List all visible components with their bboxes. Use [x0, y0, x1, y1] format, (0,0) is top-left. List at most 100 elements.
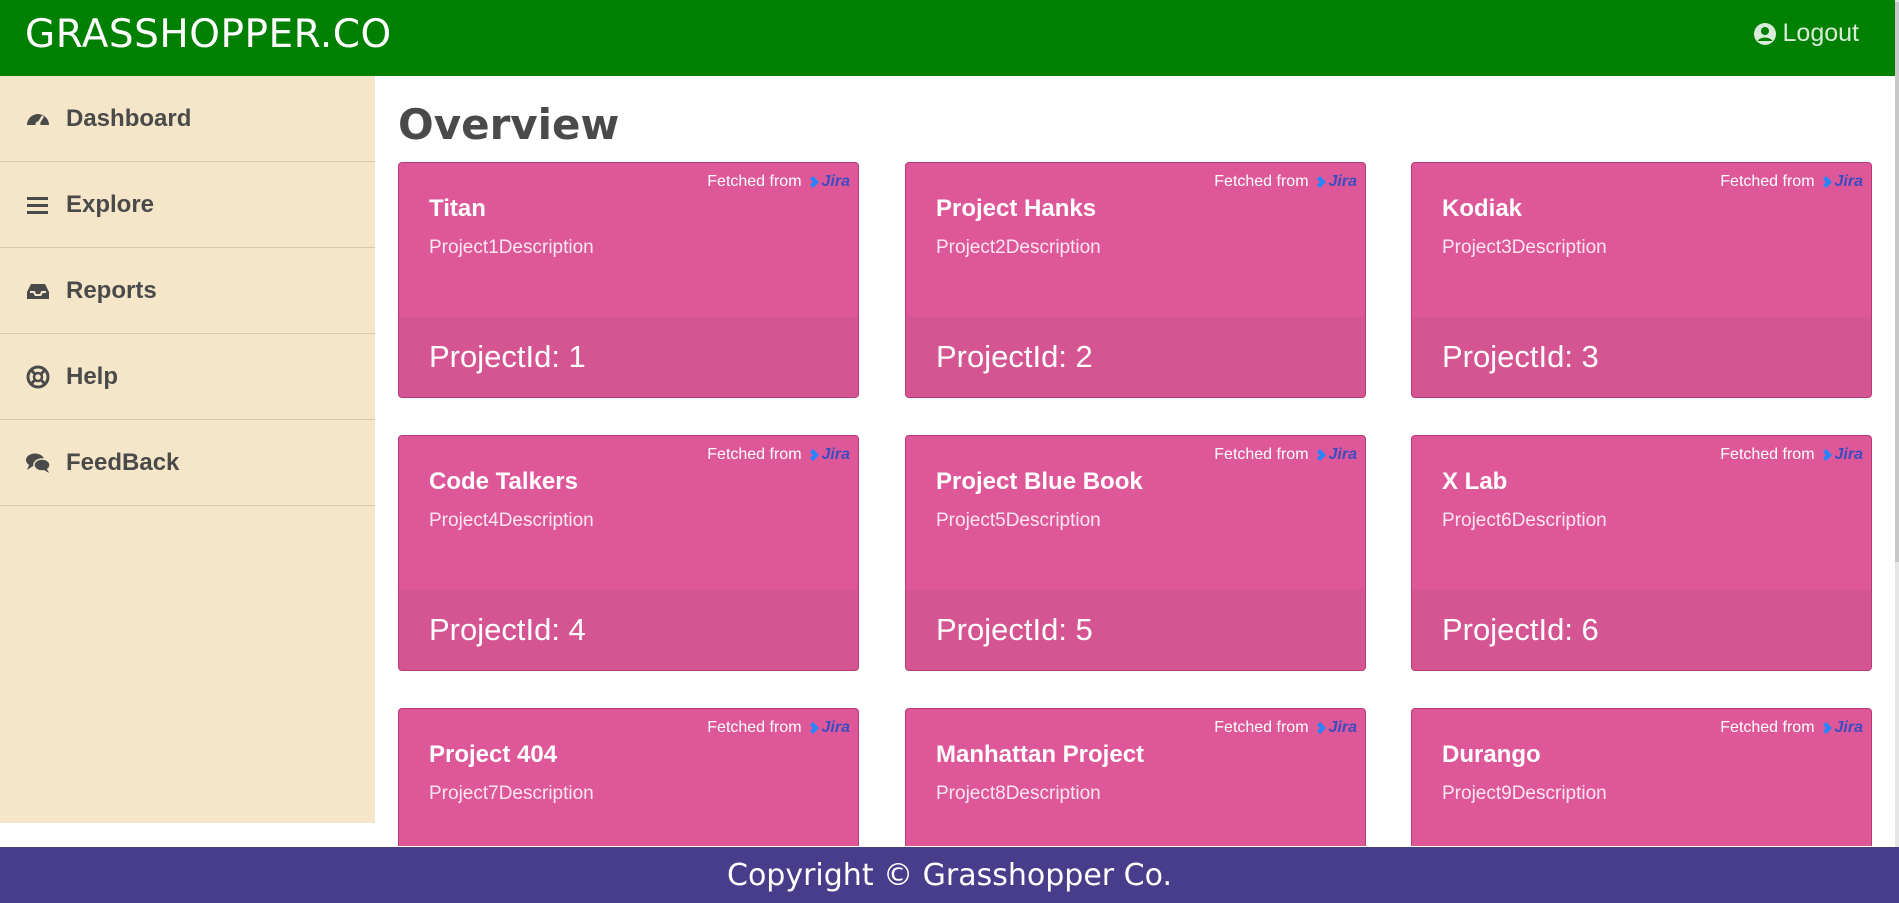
jira-text: Jira	[821, 446, 850, 463]
sidebar-item-explore[interactable]: Explore	[0, 162, 375, 248]
bars-icon	[27, 196, 48, 214]
jira-logo: Jira	[1819, 719, 1863, 737]
project-name: X Lab	[1442, 468, 1508, 495]
sidebar-item-label: FeedBack	[66, 448, 180, 476]
project-card-footer: ProjectId: 5	[906, 590, 1365, 670]
fetched-from-label: Fetched from Jira	[1214, 719, 1357, 737]
fetched-text: Fetched from	[707, 173, 802, 190]
project-description: Project2Description	[936, 237, 1101, 258]
fetched-text: Fetched from	[1720, 446, 1815, 463]
project-name: Kodiak	[1442, 195, 1523, 222]
fetched-text: Fetched from	[1720, 719, 1815, 736]
project-description: Project1Description	[429, 237, 594, 258]
project-name: Project Blue Book	[936, 468, 1143, 495]
jira-text: Jira	[821, 173, 850, 190]
jira-icon	[1316, 722, 1326, 734]
fetched-text: Fetched from	[1214, 446, 1309, 463]
fetched-text: Fetched from	[1214, 173, 1309, 190]
project-id: ProjectId: 1	[429, 339, 586, 374]
project-card[interactable]: Fetched from Jira Project Hanks Project2Des…	[905, 162, 1366, 398]
main-content: Overview Fetched from Jira Titan Project1De…	[375, 76, 1895, 846]
sidebar-item-reports[interactable]: Reports	[0, 248, 375, 334]
jira-text: Jira	[821, 719, 850, 736]
fetched-from-label: Fetched from Jira	[1214, 446, 1357, 464]
jira-logo: Jira	[806, 446, 850, 464]
project-id: ProjectId: 4	[429, 612, 586, 647]
project-description: Project4Description	[429, 510, 594, 531]
jira-text: Jira	[1834, 446, 1863, 463]
project-description: Project7Description	[429, 783, 594, 804]
project-card[interactable]: Fetched from Jira Kodiak Project3Descriptio…	[1411, 162, 1872, 398]
jira-logo: Jira	[1313, 173, 1357, 191]
footer: Copyright © Grasshopper Co.	[0, 847, 1899, 903]
sidebar-item-label: Reports	[66, 276, 157, 304]
project-id: ProjectId: 6	[1442, 612, 1599, 647]
fetched-text: Fetched from	[707, 446, 802, 463]
project-id: ProjectId: 3	[1442, 339, 1599, 374]
fetched-from-label: Fetched from Jira	[1720, 173, 1863, 191]
fetched-text: Fetched from	[1214, 719, 1309, 736]
tachometer-icon	[27, 113, 49, 126]
user-circle-icon	[1753, 22, 1776, 45]
sidebar: Dashboard Explore Reports Help FeedBack	[0, 76, 375, 823]
sidebar-item-dashboard[interactable]: Dashboard	[0, 76, 375, 162]
project-name: Project 404	[429, 741, 558, 768]
copyright-text: Copyright © Grasshopper Co.	[727, 857, 1172, 893]
jira-icon	[1822, 176, 1832, 188]
project-card-footer: ProjectId: 1	[399, 317, 858, 397]
project-name: Project Hanks	[936, 195, 1097, 222]
top-navbar: GRASSHOPPER.CO Logout	[0, 0, 1899, 76]
sidebar-item-label: Explore	[66, 190, 155, 218]
fetched-from-label: Fetched from Jira	[707, 173, 850, 191]
project-name: Code Talkers	[429, 468, 578, 495]
jira-logo: Jira	[1819, 446, 1863, 464]
comments-icon	[26, 453, 51, 473]
jira-text: Jira	[1328, 173, 1357, 190]
fetched-from-label: Fetched from Jira	[1720, 446, 1863, 464]
project-card[interactable]: Fetched from Jira Code Talkers Project4Desc…	[398, 435, 859, 671]
project-name: Titan	[429, 195, 486, 222]
jira-logo: Jira	[1819, 173, 1863, 191]
jira-icon	[809, 722, 819, 734]
jira-logo: Jira	[1313, 719, 1357, 737]
logout-label: Logout	[1782, 19, 1859, 47]
project-description: Project6Description	[1442, 510, 1607, 531]
fetched-from-label: Fetched from Jira	[707, 719, 850, 737]
project-id: ProjectId: 5	[936, 612, 1093, 647]
project-card[interactable]: Fetched from Jira Durango Project9Descripti…	[1411, 708, 1872, 846]
jira-text: Jira	[1834, 173, 1863, 190]
brand-logo[interactable]: GRASSHOPPER.CO	[25, 12, 392, 57]
project-card[interactable]: Fetched from Jira Project 404 Project7Descr…	[398, 708, 859, 846]
project-card[interactable]: Fetched from Jira Project Blue Book Project…	[905, 435, 1366, 671]
jira-icon	[1822, 722, 1832, 734]
jira-text: Jira	[1834, 719, 1863, 736]
jira-logo: Jira	[1313, 446, 1357, 464]
project-description: Project3Description	[1442, 237, 1607, 258]
fetched-from-label: Fetched from Jira	[1214, 173, 1357, 191]
project-card-footer: ProjectId: 3	[1412, 317, 1871, 397]
jira-text: Jira	[1328, 446, 1357, 463]
fetched-text: Fetched from	[707, 719, 802, 736]
logout-button[interactable]: Logout	[1753, 19, 1859, 48]
fetched-from-label: Fetched from Jira	[707, 446, 850, 464]
project-description: Project8Description	[936, 783, 1101, 804]
jira-logo: Jira	[806, 719, 850, 737]
fetched-text: Fetched from	[1720, 173, 1815, 190]
sidebar-item-help[interactable]: Help	[0, 334, 375, 420]
sidebar-item-label: Help	[66, 362, 119, 390]
project-name: Durango	[1442, 741, 1541, 768]
scrollbar-thumb[interactable]	[1895, 2, 1899, 562]
jira-icon	[809, 176, 819, 188]
project-card-footer: ProjectId: 6	[1412, 590, 1871, 670]
project-name: Manhattan Project	[936, 741, 1145, 768]
project-card[interactable]: Fetched from Jira Manhattan Project Project…	[905, 708, 1366, 846]
project-card[interactable]: Fetched from Jira Titan Project1Description…	[398, 162, 859, 398]
inbox-icon	[27, 283, 49, 299]
jira-icon	[1316, 449, 1326, 461]
jira-logo: Jira	[806, 173, 850, 191]
project-card[interactable]: Fetched from Jira X Lab Project6Description…	[1411, 435, 1872, 671]
page-scrollbar[interactable]	[1895, 0, 1899, 903]
project-card-footer: ProjectId: 4	[399, 590, 858, 670]
sidebar-item-feedback[interactable]: FeedBack	[0, 420, 375, 506]
project-card-footer: ProjectId: 2	[906, 317, 1365, 397]
